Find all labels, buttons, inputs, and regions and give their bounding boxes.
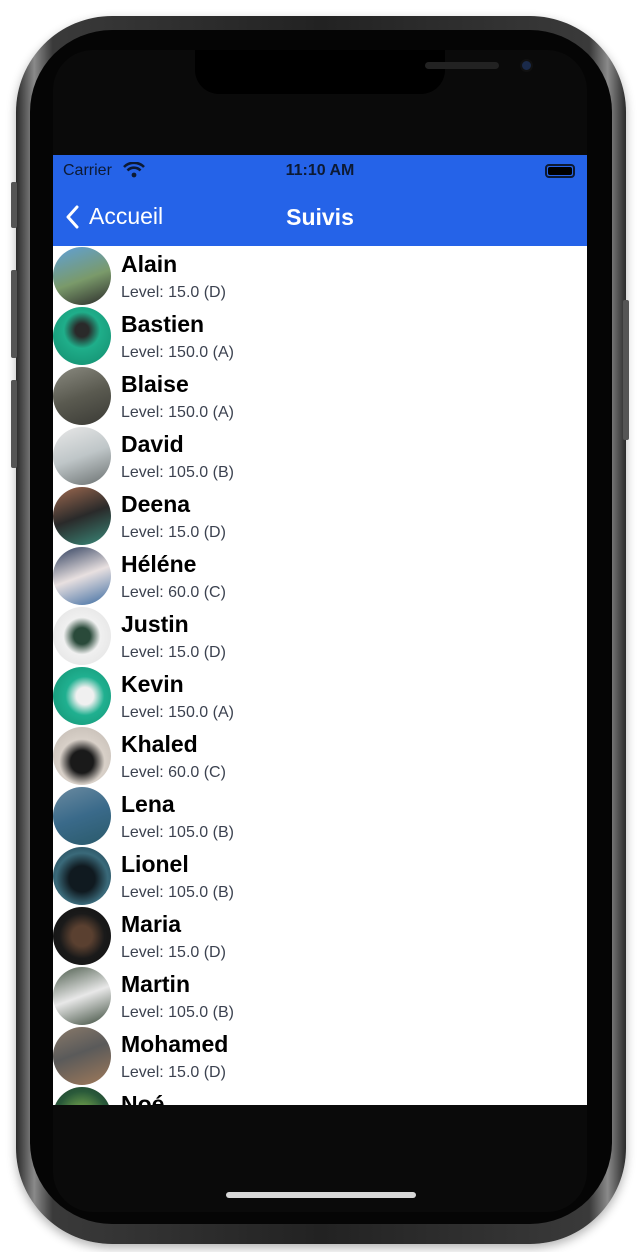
player-name: Noé: [121, 1091, 165, 1105]
list-item[interactable]: Mohamed Level: 15.0 (D): [53, 1026, 587, 1086]
player-level: Level: 105.0 (B): [121, 884, 234, 901]
list-item[interactable]: Alain Level: 15.0 (D): [53, 246, 587, 306]
player-name: Lena: [121, 791, 175, 817]
avatar: [53, 787, 111, 845]
avatar: [53, 607, 111, 665]
avatar: [53, 247, 111, 305]
avatar: [53, 307, 111, 365]
list-item[interactable]: Maria Level: 15.0 (D): [53, 906, 587, 966]
avatar: [53, 667, 111, 725]
header: Carrier 11:10 AM Accueil Suivis: [53, 155, 587, 246]
player-level: Level: 15.0 (D): [121, 644, 226, 661]
player-level: Level: 105.0 (B): [121, 824, 234, 841]
camera: [520, 59, 533, 72]
avatar: [53, 847, 111, 905]
list-item[interactable]: David Level: 105.0 (B): [53, 426, 587, 486]
avatar: [53, 907, 111, 965]
mute-switch: [11, 182, 17, 228]
power-button: [623, 300, 629, 440]
followed-list[interactable]: Alain Level: 15.0 (D) Bastien Level: 150…: [53, 246, 587, 1105]
player-level: Level: 150.0 (A): [121, 404, 234, 421]
list-item[interactable]: Lionel Level: 105.0 (B): [53, 846, 587, 906]
avatar: [53, 1027, 111, 1085]
player-name: Mohamed: [121, 1031, 229, 1057]
player-level: Level: 150.0 (A): [121, 704, 234, 721]
player-level: Level: 105.0 (B): [121, 1004, 234, 1021]
player-level: Level: 15.0 (D): [121, 1064, 226, 1081]
player-name: Kevin: [121, 671, 184, 697]
avatar: [53, 727, 111, 785]
list-item[interactable]: Martin Level: 105.0 (B): [53, 966, 587, 1026]
player-level: Level: 60.0 (C): [121, 584, 226, 601]
player-level: Level: 105.0 (B): [121, 464, 234, 481]
player-name: Justin: [121, 611, 189, 637]
list-item[interactable]: Blaise Level: 150.0 (A): [53, 366, 587, 426]
avatar: [53, 427, 111, 485]
notch: [195, 50, 533, 94]
volume-up-button: [11, 270, 17, 358]
battery-icon: [545, 164, 575, 178]
page-title: Suivis: [286, 204, 354, 230]
speaker: [425, 62, 499, 69]
clock: 11:10 AM: [285, 162, 355, 179]
avatar: [53, 487, 111, 545]
player-name: Bastien: [121, 311, 205, 337]
avatar: [53, 1087, 111, 1105]
player-name: Blaise: [121, 371, 189, 397]
list-item[interactable]: Lena Level: 105.0 (B): [53, 786, 587, 846]
avatar: [53, 967, 111, 1025]
list-item[interactable]: Héléne Level: 60.0 (C): [53, 546, 587, 606]
player-name: Lionel: [121, 851, 189, 877]
screen: Carrier 11:10 AM Accueil Suivis Alain Le…: [53, 50, 587, 1212]
player-name: Maria: [121, 911, 182, 937]
player-name: Martin: [121, 971, 190, 997]
volume-down-button: [11, 380, 17, 468]
avatar: [53, 547, 111, 605]
player-level: Level: 15.0 (D): [121, 944, 226, 961]
player-name: Alain: [121, 251, 178, 277]
list-item[interactable]: Noé: [53, 1086, 587, 1105]
list-item[interactable]: Kevin Level: 150.0 (A): [53, 666, 587, 726]
player-name: Khaled: [121, 731, 198, 757]
player-name: Deena: [121, 491, 191, 517]
player-level: Level: 15.0 (D): [121, 524, 226, 541]
list-item[interactable]: Deena Level: 15.0 (D): [53, 486, 587, 546]
player-name: Héléne: [121, 551, 197, 577]
player-level: Level: 15.0 (D): [121, 284, 226, 301]
list-item[interactable]: Justin Level: 15.0 (D): [53, 606, 587, 666]
home-indicator[interactable]: [226, 1192, 416, 1198]
avatar: [53, 367, 111, 425]
player-name: David: [121, 431, 184, 457]
list-item[interactable]: Bastien Level: 150.0 (A): [53, 306, 587, 366]
list-item[interactable]: Khaled Level: 60.0 (C): [53, 726, 587, 786]
player-level: Level: 150.0 (A): [121, 344, 234, 361]
player-level: Level: 60.0 (C): [121, 764, 226, 781]
